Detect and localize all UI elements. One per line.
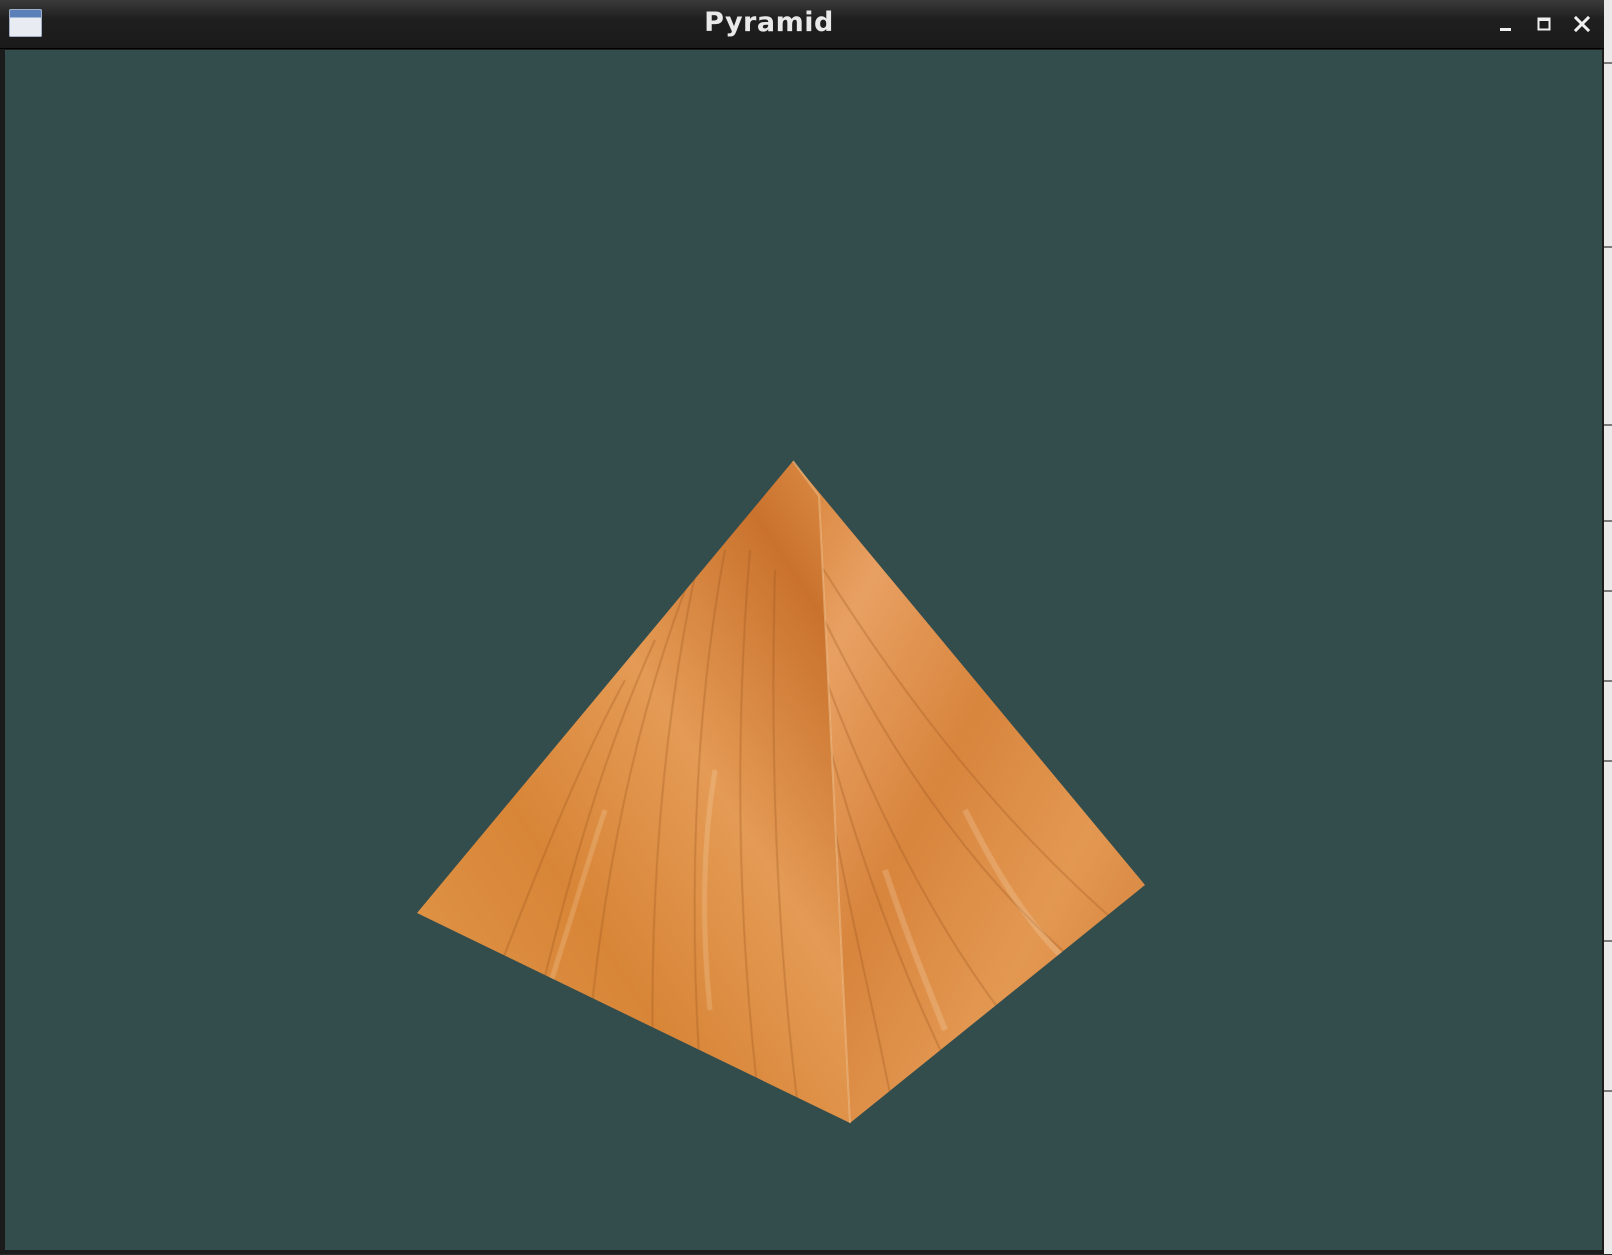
close-icon (1573, 15, 1591, 33)
title-bar[interactable]: Pyramid (0, 0, 1604, 49)
maximize-button[interactable] (1532, 12, 1556, 36)
application-window: Pyramid (0, 0, 1604, 1254)
maximize-icon (1537, 17, 1551, 31)
close-button[interactable] (1570, 12, 1594, 36)
minimize-button[interactable] (1494, 12, 1518, 36)
pyramid-left-face-grain (417, 461, 850, 1123)
window-title: Pyramid (704, 7, 834, 38)
render-canvas[interactable] (5, 50, 1602, 1250)
pyramid-scene (417, 460, 1145, 1124)
textured-pyramid (417, 460, 1145, 1124)
minimize-icon (1500, 28, 1511, 31)
background-window-edge (1604, 0, 1612, 1254)
